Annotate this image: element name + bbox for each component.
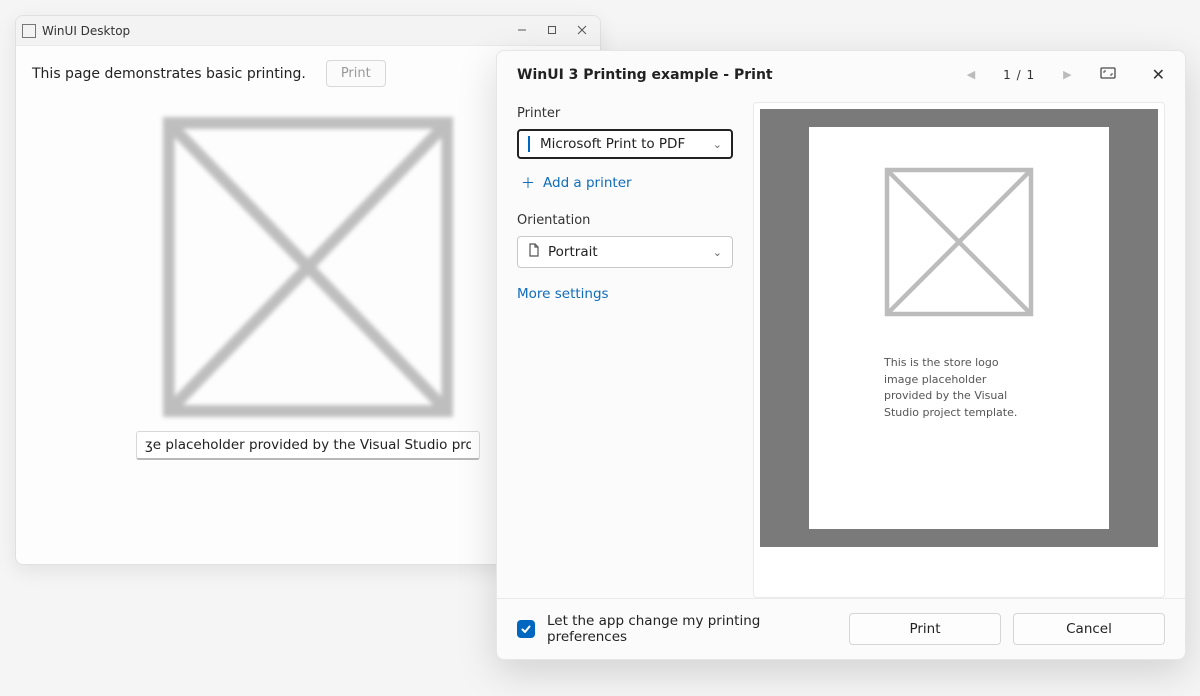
page-navigation: ◀ 1 / 1 ▶ bbox=[967, 67, 1116, 82]
dialog-print-button[interactable]: Print bbox=[849, 613, 1001, 645]
preview-page: This is the store logo image placeholder… bbox=[809, 127, 1109, 529]
preferences-checkbox-label: Let the app change my printing preferenc… bbox=[547, 613, 837, 645]
add-printer-link[interactable]: ＋ Add a printer bbox=[521, 173, 733, 193]
close-dialog-icon[interactable]: ✕ bbox=[1152, 65, 1165, 84]
preview-frame: This is the store logo image placeholder… bbox=[760, 109, 1158, 547]
minimize-icon[interactable] bbox=[516, 24, 528, 38]
caption-input[interactable] bbox=[136, 431, 480, 460]
fit-to-page-icon[interactable] bbox=[1100, 67, 1116, 82]
printer-select[interactable]: Microsoft Print to PDF ⌄ bbox=[517, 129, 733, 159]
printer-label: Printer bbox=[517, 106, 733, 121]
document-icon bbox=[528, 243, 540, 261]
close-icon[interactable] bbox=[576, 24, 588, 38]
page-counter: 1 / 1 bbox=[1003, 68, 1035, 82]
app-icon bbox=[22, 24, 36, 38]
preview-caption: This is the store logo image placeholder… bbox=[884, 355, 1034, 421]
next-page-icon[interactable]: ▶ bbox=[1063, 68, 1071, 81]
chevron-down-icon: ⌄ bbox=[713, 138, 722, 151]
maximize-icon[interactable] bbox=[546, 24, 558, 38]
titlebar: WinUI Desktop bbox=[16, 16, 600, 46]
orientation-label: Orientation bbox=[517, 213, 733, 228]
window-title: WinUI Desktop bbox=[42, 24, 130, 38]
orientation-select[interactable]: Portrait ⌄ bbox=[517, 236, 733, 268]
add-printer-label: Add a printer bbox=[543, 175, 632, 191]
print-dialog: WinUI 3 Printing example - Print ◀ 1 / 1… bbox=[496, 50, 1186, 660]
printer-value: Microsoft Print to PDF bbox=[540, 136, 685, 152]
image-placeholder bbox=[163, 117, 453, 417]
prev-page-icon[interactable]: ◀ bbox=[967, 68, 975, 81]
preview-image-placeholder bbox=[884, 167, 1034, 317]
preferences-checkbox[interactable] bbox=[517, 620, 535, 638]
dialog-cancel-button[interactable]: Cancel bbox=[1013, 613, 1165, 645]
orientation-value: Portrait bbox=[548, 244, 598, 260]
more-settings-link[interactable]: More settings bbox=[517, 286, 733, 302]
print-preview: This is the store logo image placeholder… bbox=[753, 102, 1165, 598]
dialog-title: WinUI 3 Printing example - Print bbox=[517, 67, 967, 83]
page-description: This page demonstrates basic printing. bbox=[32, 66, 306, 82]
chevron-down-icon: ⌄ bbox=[713, 246, 722, 259]
text-cursor bbox=[528, 136, 530, 152]
print-button[interactable]: Print bbox=[326, 60, 386, 87]
plus-icon: ＋ bbox=[521, 173, 535, 193]
